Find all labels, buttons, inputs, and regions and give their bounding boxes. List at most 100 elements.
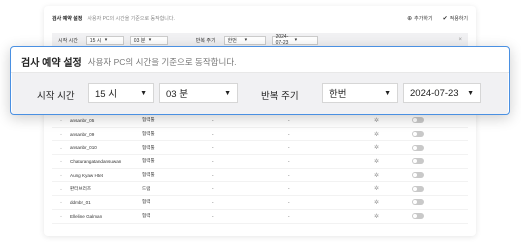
chevron-down-icon: ▼ (224, 89, 231, 97)
toggle-switch[interactable] (412, 117, 424, 124)
minute-value: 03 분 (166, 89, 188, 100)
row-value-1: - (212, 172, 214, 178)
row-value-1: - (212, 117, 214, 123)
add-button-label: 추가하기 (414, 15, 433, 22)
row-name: Chaturangatandansuwan (70, 158, 122, 164)
toggle-switch[interactable] (412, 185, 424, 192)
table-row[interactable]: ⌄ ddmbr_01 협력 - - ✲ (52, 196, 468, 210)
apply-button[interactable]: ✔ 적용하기 (443, 15, 468, 22)
background-hour-value: 15 시 (89, 37, 102, 44)
chevron-down-icon: ▼ (140, 89, 147, 97)
chevron-down-icon[interactable]: ⌄ (52, 213, 70, 219)
chevron-down-icon[interactable]: ⌄ (52, 131, 70, 137)
toggle-switch[interactable] (412, 199, 424, 206)
panel-subtitle: 사용자 PC의 시간을 기준으로 동작합니다. (87, 56, 237, 67)
background-date-value: 2024-07-23 (275, 34, 289, 46)
row-value-2: - (288, 186, 290, 192)
background-repeat-label: 반복 주기 (195, 37, 216, 44)
toggle-switch[interactable] (412, 131, 424, 138)
background-schedule-bar: 시작 시간 15 시 ▾ 03 분 ▾ 반복 주기 한번 ▾ 2024-07-23 ▾ … (52, 33, 468, 47)
plus-circle-icon: ⊕ (407, 15, 413, 22)
background-header: 검사 예약 설정 사용자 PC의 시간을 기준으로 동작합니다. ⊕ 추가하기 … (52, 12, 468, 24)
date-value: 2024-07-23 (410, 87, 459, 99)
minute-select[interactable]: 03 분 ▼ (159, 83, 238, 103)
table-row[interactable]: ⌄ ansanbr_09 협력툴 - - ✲ (52, 128, 468, 142)
row-name: ansanbr_09 (70, 131, 95, 137)
row-role: 협력툴 (142, 144, 155, 150)
chevron-down-icon: ▾ (148, 37, 152, 43)
hour-value: 15 시 (95, 89, 117, 100)
table-row[interactable]: ⌄ ansanbr_05 협력툴 - - ✲ (52, 114, 468, 128)
gear-icon[interactable]: ✲ (374, 131, 412, 138)
table-row[interactable]: ⌄ Chaturangatandansuwan 협력툴 - - ✲ (52, 155, 468, 169)
date-select[interactable]: 2024-07-23 ▼ (403, 83, 481, 103)
gear-icon[interactable]: ✲ (374, 185, 412, 192)
gear-icon[interactable]: ✲ (374, 158, 412, 165)
row-value-2: - (288, 117, 290, 123)
background-title: 검사 예약 설정 (52, 15, 83, 22)
row-role: 협력툴 (142, 131, 155, 137)
hour-select[interactable]: 15 시 ▼ (88, 83, 154, 103)
toggle-switch[interactable] (412, 172, 424, 179)
table-row[interactable]: ⌄ Elleline Galman 협력 - - ✲ (52, 210, 468, 224)
background-panel: 검사 예약 설정 사용자 PC의 시간을 기준으로 동작합니다. ⊕ 추가하기 … (44, 6, 476, 236)
chevron-down-icon: ▾ (294, 37, 298, 43)
chevron-down-icon[interactable]: ⌄ (52, 145, 70, 151)
row-value-1: - (212, 145, 214, 151)
toggle-switch[interactable] (412, 144, 424, 151)
schedule-settings-panel: 검사 예약 설정 사용자 PC의 시간을 기준으로 동작합니다. 시작 시간 1… (10, 46, 510, 115)
row-name: ansanbr_05 (70, 117, 95, 123)
row-name: ddmbr_01 (70, 199, 91, 205)
chevron-down-icon[interactable]: ⌄ (52, 158, 70, 164)
chevron-down-icon[interactable]: ⌄ (52, 172, 70, 178)
row-role: 드럼 (142, 185, 151, 191)
row-value-1: - (212, 131, 214, 137)
toggle-switch[interactable] (412, 213, 424, 220)
background-hour-select[interactable]: 15 시 ▾ (85, 35, 124, 45)
gear-icon[interactable]: ✲ (374, 117, 412, 124)
repeat-value: 한번 (329, 89, 347, 100)
row-value-2: - (288, 145, 290, 151)
background-start-label: 시작 시간 (58, 37, 78, 44)
user-table: ⌄ ansanbr_05 협력툴 - - ✲ ⌄ ansanbr_09 협력툴 … (52, 114, 468, 224)
repeat-label: 반복 주기 (261, 91, 299, 102)
row-role: 협력툴 (142, 158, 155, 164)
gear-icon[interactable]: ✲ (374, 172, 412, 179)
panel-title: 검사 예약 설정 (21, 58, 82, 69)
chevron-down-icon[interactable]: ⌄ (52, 186, 70, 192)
row-name: Elleline Galman (70, 213, 103, 219)
background-date-select[interactable]: 2024-07-23 ▾ (271, 34, 318, 46)
panel-header: 검사 예약 설정 사용자 PC의 시간을 기준으로 동작합니다. (21, 54, 237, 70)
background-subtitle: 사용자 PC의 시간을 기준으로 동작합니다. (87, 15, 175, 22)
background-minute-value: 03 분 (133, 37, 146, 44)
row-value-2: - (288, 199, 290, 205)
row-name: 판터브러즈 (70, 185, 92, 191)
row-value-1: - (212, 213, 214, 219)
apply-button-label: 적용하기 (449, 15, 468, 22)
chevron-down-icon: ▾ (244, 37, 248, 43)
row-role: 협력툴 (142, 172, 155, 178)
row-value-2: - (288, 158, 290, 164)
add-button[interactable]: ⊕ 추가하기 (407, 15, 432, 22)
table-row[interactable]: ⌄ Aung Kyaw Htet 협력툴 - - ✲ (52, 169, 468, 183)
row-value-2: - (288, 213, 290, 219)
gear-icon[interactable]: ✲ (374, 213, 412, 220)
toggle-switch[interactable] (412, 158, 424, 165)
chevron-down-icon[interactable]: ⌄ (52, 117, 70, 123)
start-time-label: 시작 시간 (37, 91, 75, 102)
row-value-2: - (288, 172, 290, 178)
table-row[interactable]: ⌄ 판터브러즈 드럼 - - ✲ (52, 182, 468, 197)
row-name: Aung Kyaw Htet (70, 172, 103, 178)
background-repeat-select[interactable]: 한번 ▾ (223, 35, 266, 45)
row-name: ansanbr_010 (70, 145, 97, 151)
row-value-1: - (212, 158, 214, 164)
row-value-1: - (212, 199, 214, 205)
background-minute-select[interactable]: 03 분 ▾ (129, 35, 168, 45)
chevron-down-icon[interactable]: ⌄ (52, 199, 70, 205)
repeat-select[interactable]: 한번 ▼ (322, 83, 398, 103)
row-role: 협력 (142, 213, 151, 219)
close-icon[interactable]: × (458, 37, 462, 43)
gear-icon[interactable]: ✲ (374, 144, 412, 151)
table-row[interactable]: ⌄ ansanbr_010 협력툴 - - ✲ (52, 141, 468, 156)
gear-icon[interactable]: ✲ (374, 199, 412, 206)
